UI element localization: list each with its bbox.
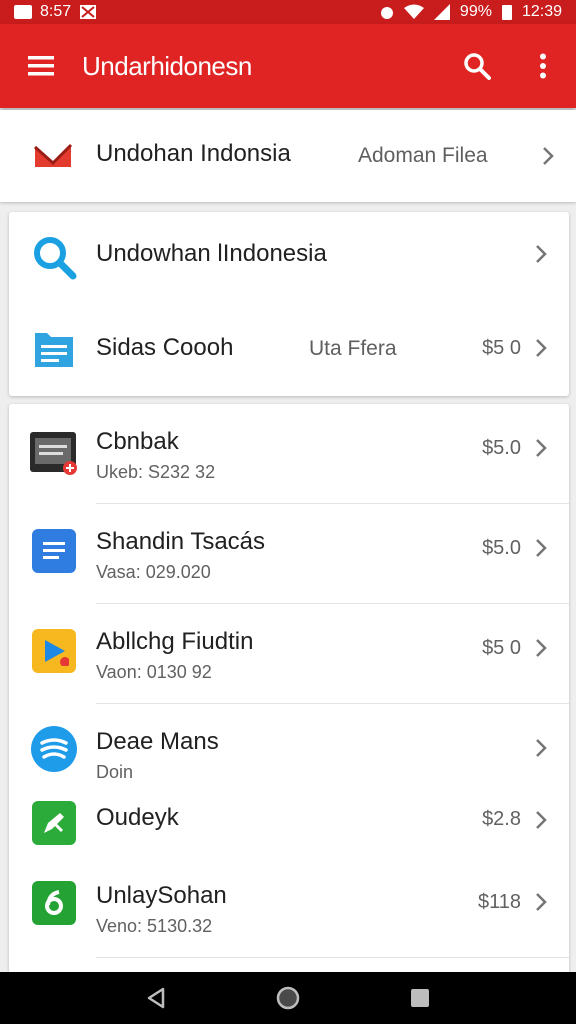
play-app-icon [29,626,79,676]
list-item-subtitle: Ukeb: S232 32 [96,462,216,482]
divider [96,957,569,958]
search-card-price: $5 0 [482,337,521,359]
status-bar: 8:57 99% 12:39 [0,0,576,24]
list-item[interactable]: Oudeyk $2.8 [9,784,569,858]
wave-app-icon [29,724,79,774]
recents-square-icon [411,989,429,1007]
document-icon [29,324,79,374]
list-item-subtitle: Doin [96,762,134,782]
list-item-price: $5.0 [482,437,521,459]
signal-icon [433,4,450,20]
status-time: 12:39 [521,3,562,20]
search-card-middle: Uta Ffera [309,337,397,360]
chevron-right-icon [531,634,551,662]
list-item-price: $5.0 [482,537,521,559]
chevron-right-icon [531,888,551,916]
list-item-price: $2.8 [482,808,521,830]
more-vert-icon [540,53,546,79]
back-button[interactable] [136,978,176,1018]
search-card-title: Sidas Coooh [96,334,234,361]
search-card-item[interactable]: Undowhan lIndonesia [9,212,569,304]
list-item-subtitle: Vasa: 029.020 [96,562,211,582]
list-item[interactable]: Abllchg Fiudtin Vaon: 0130 92 $5 0 [9,604,569,704]
docs-app-icon [29,526,79,576]
list-item-price: $118 [477,891,521,913]
header-row-action: Adoman Filea [358,144,488,167]
list-item-title: Oudeyk [96,804,179,831]
notification-icon [14,5,32,19]
app-bar: Undarhidonesn [0,24,576,108]
recents-button[interactable] [400,978,440,1018]
hamburger-menu-icon [28,56,54,76]
chevron-right-icon [531,734,551,762]
video-app-icon [29,428,79,478]
battery-icon [501,4,512,20]
list-item-subtitle: Veno: 5130.32 [96,916,213,936]
chevron-right-icon [531,434,551,462]
header-row[interactable]: Undohan Indonsia Adoman Filea [0,110,576,202]
chevron-right-icon [538,142,558,170]
wifi-icon [403,4,424,19]
search-card-item[interactable]: Sidas Coooh Uta Ffera $5 0 [9,304,569,396]
chevron-right-icon [531,334,551,362]
search-card: Undowhan lIndonesia Sidas Coooh Uta Ffer… [9,212,569,396]
list-item-price: $5 0 [482,637,521,659]
battery-percent: 99% [459,3,492,20]
list-item-title: Deae Mans [96,728,219,755]
chevron-right-icon [531,534,551,562]
search-icon [29,232,79,282]
gmail-icon [28,131,78,181]
home-button[interactable] [268,978,308,1018]
header-row-title: Undohan Indonsia [96,140,291,167]
pen-app-icon [29,798,79,848]
alarm-icon [380,7,393,19]
list-item[interactable]: UnlaySohan Veno: 5130.32 $118 [9,858,569,958]
home-circle-icon [276,986,300,1010]
mail-notification-icon [80,5,97,19]
navigation-bar [0,972,576,1024]
search-icon [464,53,491,80]
chevron-right-icon [531,806,551,834]
list-item-subtitle: Vaon: 0130 92 [96,662,212,682]
search-card-title: Undowhan lIndonesia [96,240,327,267]
chevron-right-icon [531,240,551,268]
overflow-menu-button[interactable] [510,24,576,108]
six-app-icon [29,878,79,928]
list-item-title: Abllchg Fiudtin [96,628,254,655]
menu-button[interactable] [0,24,82,108]
status-time-left: 8:57 [40,3,72,20]
list-item[interactable]: Deae Mans Doin [9,704,569,784]
list-item[interactable]: Shandin Tsacás Vasa: 029.020 $5.0 [9,504,569,604]
list-item-title: UnlaySohan [96,882,227,909]
list-item-title: Shandin Tsacás [96,528,266,555]
app-list: Cbnbak Ukeb: S232 32 $5.0 Shandin Tsacás… [9,404,569,974]
back-triangle-icon [147,987,165,1009]
list-item[interactable]: Cbnbak Ukeb: S232 32 $5.0 [9,404,569,504]
search-button[interactable] [444,24,510,108]
app-title: Undarhidonesn [82,50,252,81]
list-item-title: Cbnbak [96,428,179,455]
